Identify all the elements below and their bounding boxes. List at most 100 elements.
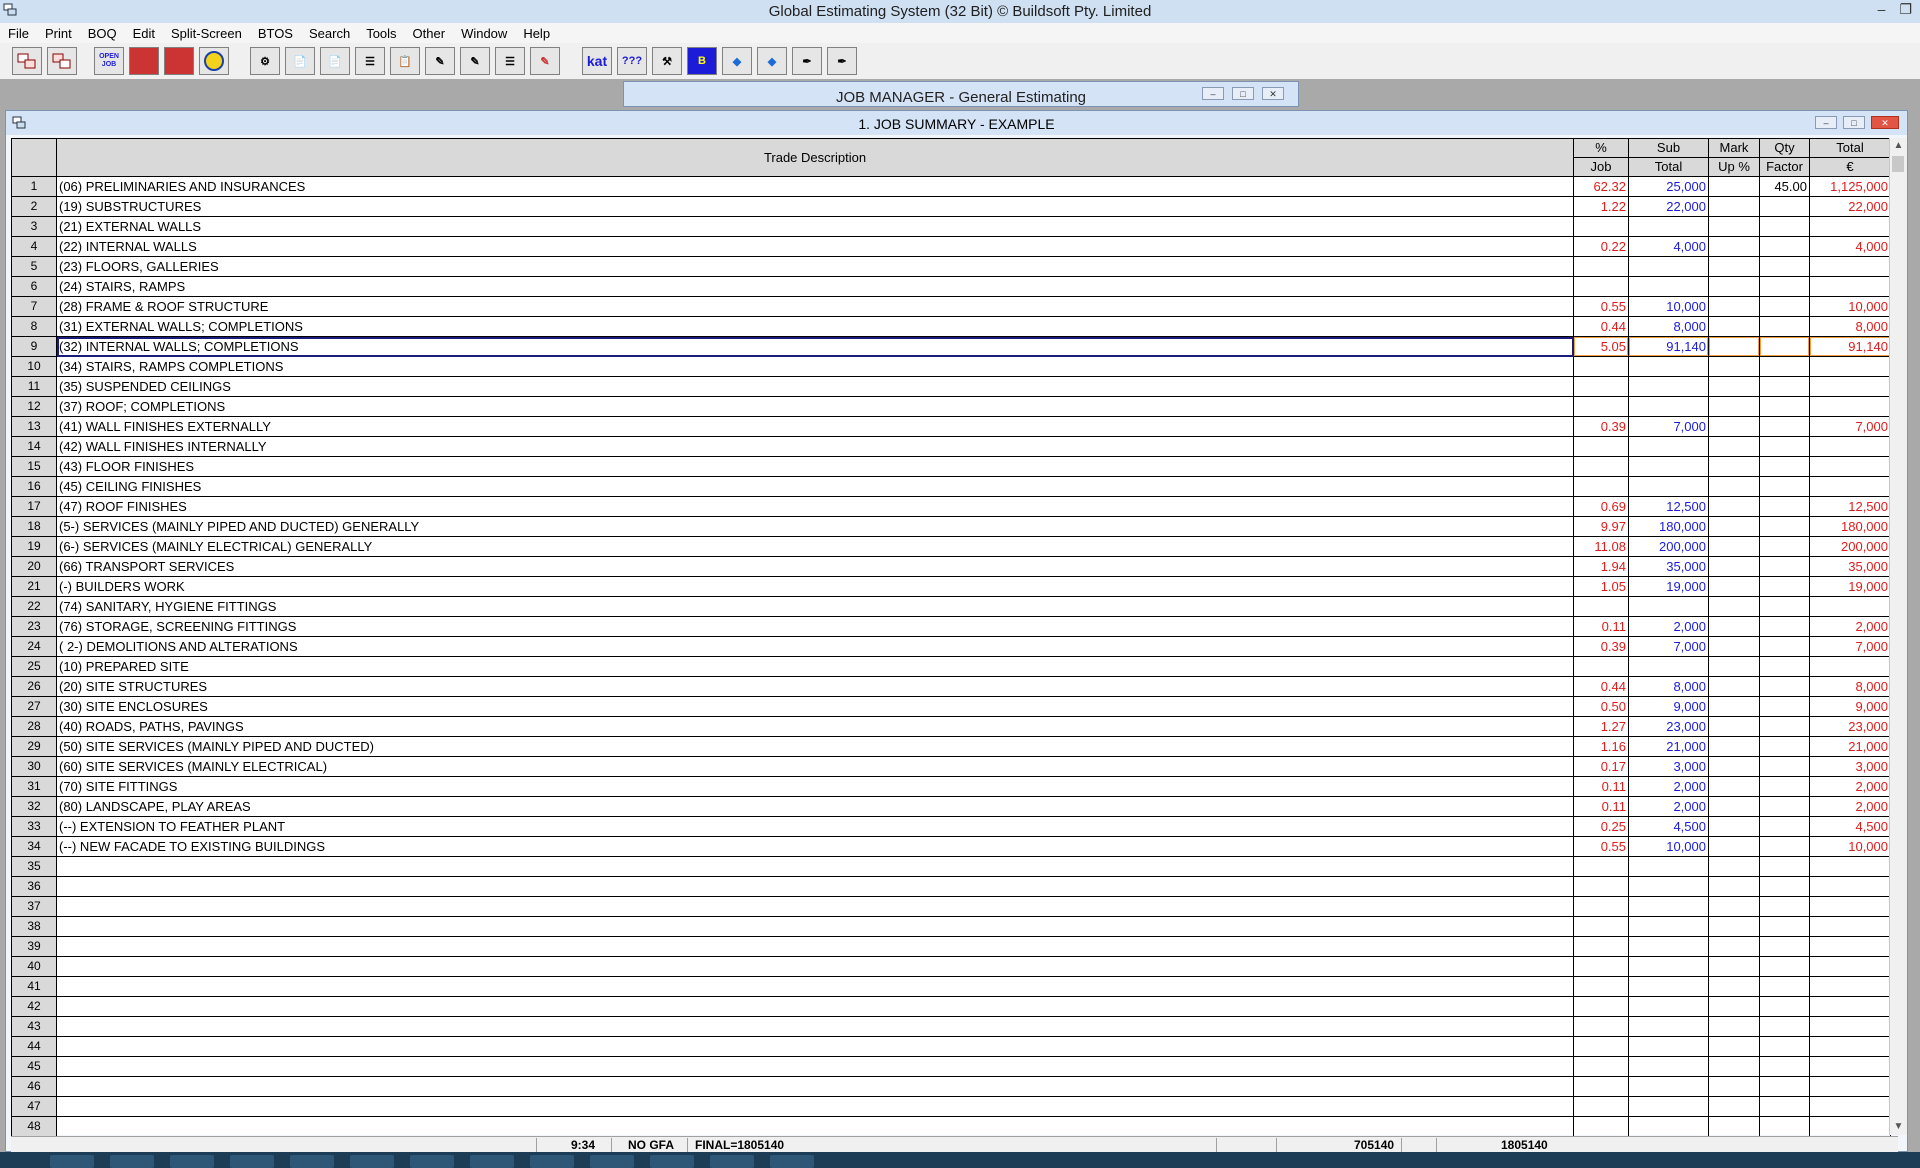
- trade-description-cell[interactable]: (42) WALL FINISHES INTERNALLY: [56, 436, 1574, 457]
- table-row[interactable]: 43: [11, 1016, 1891, 1037]
- pct-job-cell[interactable]: 0.39: [1573, 416, 1629, 437]
- sub-total-cell[interactable]: 8,000: [1628, 316, 1709, 337]
- table-row[interactable]: 22 (74) SANITARY, HYGIENE FITTINGS: [11, 596, 1891, 617]
- trade-description-cell[interactable]: (--) NEW FACADE TO EXISTING BUILDINGS: [56, 836, 1574, 857]
- row-number[interactable]: 38: [11, 916, 57, 937]
- markup-cell[interactable]: [1708, 676, 1760, 697]
- task-item[interactable]: [290, 1155, 334, 1168]
- markup-cell[interactable]: [1708, 696, 1760, 717]
- trade-description-cell[interactable]: (28) FRAME & ROOF STRUCTURE: [56, 296, 1574, 317]
- markup-cell[interactable]: [1708, 356, 1760, 377]
- row-number[interactable]: 25: [11, 656, 57, 677]
- row-number[interactable]: 24: [11, 636, 57, 657]
- qty-factor-cell[interactable]: [1759, 996, 1810, 1017]
- qty-factor-cell[interactable]: [1759, 656, 1810, 677]
- qty-factor-cell[interactable]: [1759, 556, 1810, 577]
- total-cell[interactable]: [1809, 896, 1891, 917]
- pct-job-cell[interactable]: [1573, 876, 1629, 897]
- trade-description-cell[interactable]: [56, 976, 1574, 997]
- trade-description-cell[interactable]: (70) SITE FITTINGS: [56, 776, 1574, 797]
- sub-total-cell[interactable]: [1628, 896, 1709, 917]
- trade-description-cell[interactable]: (5-) SERVICES (MAINLY PIPED AND DUCTED) …: [56, 516, 1574, 537]
- table-row[interactable]: 42: [11, 996, 1891, 1017]
- trade-description-cell[interactable]: [56, 1096, 1574, 1117]
- sub-total-cell[interactable]: 3,000: [1628, 756, 1709, 777]
- menu-edit[interactable]: Edit: [125, 23, 163, 42]
- trade-description-cell[interactable]: [56, 1076, 1574, 1097]
- qty-factor-cell[interactable]: [1759, 736, 1810, 757]
- sub-total-cell[interactable]: 4,500: [1628, 816, 1709, 837]
- table-row[interactable]: 37: [11, 896, 1891, 917]
- row-number[interactable]: 47: [11, 1096, 57, 1117]
- total-cell[interactable]: 7,000: [1809, 416, 1891, 437]
- total-cell[interactable]: 7,000: [1809, 636, 1891, 657]
- qty-factor-cell[interactable]: [1759, 196, 1810, 217]
- qty-factor-cell[interactable]: [1759, 436, 1810, 457]
- pct-job-cell[interactable]: 0.69: [1573, 496, 1629, 517]
- trade-description-cell[interactable]: (10) PREPARED SITE: [56, 656, 1574, 677]
- row-number[interactable]: 37: [11, 896, 57, 917]
- trade-description-cell[interactable]: (--) EXTENSION TO FEATHER PLANT: [56, 816, 1574, 837]
- row-number[interactable]: 9: [11, 336, 57, 357]
- trade-description-cell[interactable]: (35) SUSPENDED CEILINGS: [56, 376, 1574, 397]
- qty-factor-cell[interactable]: [1759, 216, 1810, 237]
- pct-job-cell[interactable]: 0.22: [1573, 236, 1629, 257]
- table-row[interactable]: 39: [11, 936, 1891, 957]
- task-item[interactable]: [590, 1155, 634, 1168]
- col-total-2[interactable]: €: [1809, 157, 1891, 177]
- total-cell[interactable]: [1809, 856, 1891, 877]
- qty-factor-cell[interactable]: [1759, 356, 1810, 377]
- menu-tools[interactable]: Tools: [358, 23, 404, 42]
- pct-job-cell[interactable]: [1573, 356, 1629, 377]
- table-row[interactable]: 3 (21) EXTERNAL WALLS: [11, 216, 1891, 237]
- pct-job-cell[interactable]: 1.27: [1573, 716, 1629, 737]
- table-row[interactable]: 2 (19) SUBSTRUCTURES 1.22 22,000 22,000: [11, 196, 1891, 217]
- pct-job-cell[interactable]: 0.11: [1573, 776, 1629, 797]
- row-number[interactable]: 22: [11, 596, 57, 617]
- trade-description-cell[interactable]: (31) EXTERNAL WALLS; COMPLETIONS: [56, 316, 1574, 337]
- qty-factor-cell[interactable]: [1759, 236, 1810, 257]
- markup-cell[interactable]: [1708, 896, 1760, 917]
- qty-factor-cell[interactable]: [1759, 756, 1810, 777]
- menu-search[interactable]: Search: [301, 23, 358, 42]
- total-cell[interactable]: 21,000: [1809, 736, 1891, 757]
- trade-description-cell[interactable]: (06) PRELIMINARIES AND INSURANCES: [56, 176, 1574, 197]
- trade-description-cell[interactable]: (76) STORAGE, SCREENING FITTINGS: [56, 616, 1574, 637]
- pct-job-cell[interactable]: 0.50: [1573, 696, 1629, 717]
- total-cell[interactable]: 2,000: [1809, 616, 1891, 637]
- sub-total-cell[interactable]: 7,000: [1628, 636, 1709, 657]
- sub-total-cell[interactable]: 2,000: [1628, 776, 1709, 797]
- menu-boq[interactable]: BOQ: [80, 23, 125, 42]
- sub-total-cell[interactable]: 2,000: [1628, 616, 1709, 637]
- sub-total-cell[interactable]: [1628, 656, 1709, 677]
- col-sub-total-2[interactable]: Total: [1628, 157, 1709, 177]
- table-row[interactable]: 30 (60) SITE SERVICES (MAINLY ELECTRICAL)…: [11, 756, 1891, 777]
- sub-total-cell[interactable]: 180,000: [1628, 516, 1709, 537]
- menu-btos[interactable]: BTOS: [250, 23, 301, 42]
- row-number[interactable]: 2: [11, 196, 57, 217]
- pct-job-cell[interactable]: 1.94: [1573, 556, 1629, 577]
- pct-job-cell[interactable]: 0.25: [1573, 816, 1629, 837]
- qty-factor-cell[interactable]: [1759, 696, 1810, 717]
- qty-factor-cell[interactable]: [1759, 636, 1810, 657]
- task-item[interactable]: [170, 1155, 214, 1168]
- document-2-icon[interactable]: 📄: [320, 47, 350, 75]
- total-cell[interactable]: 10,000: [1809, 836, 1891, 857]
- col-markup-1[interactable]: Mark: [1708, 138, 1760, 158]
- pct-job-cell[interactable]: 1.05: [1573, 576, 1629, 597]
- pct-job-cell[interactable]: [1573, 1096, 1629, 1117]
- qty-factor-cell[interactable]: [1759, 796, 1810, 817]
- row-number[interactable]: 40: [11, 956, 57, 977]
- diamond-2-icon[interactable]: ◆: [757, 47, 787, 75]
- table-row[interactable]: 38: [11, 916, 1891, 937]
- pct-job-cell[interactable]: [1573, 1056, 1629, 1077]
- total-cell[interactable]: 3,000: [1809, 756, 1891, 777]
- table-row[interactable]: 45: [11, 1056, 1891, 1077]
- row-number[interactable]: 46: [11, 1076, 57, 1097]
- markup-cell[interactable]: [1708, 936, 1760, 957]
- pct-job-cell[interactable]: [1573, 936, 1629, 957]
- pct-job-cell[interactable]: 0.55: [1573, 836, 1629, 857]
- qty-factor-cell[interactable]: [1759, 1096, 1810, 1117]
- trade-description-cell[interactable]: [56, 916, 1574, 937]
- pct-job-cell[interactable]: [1573, 956, 1629, 977]
